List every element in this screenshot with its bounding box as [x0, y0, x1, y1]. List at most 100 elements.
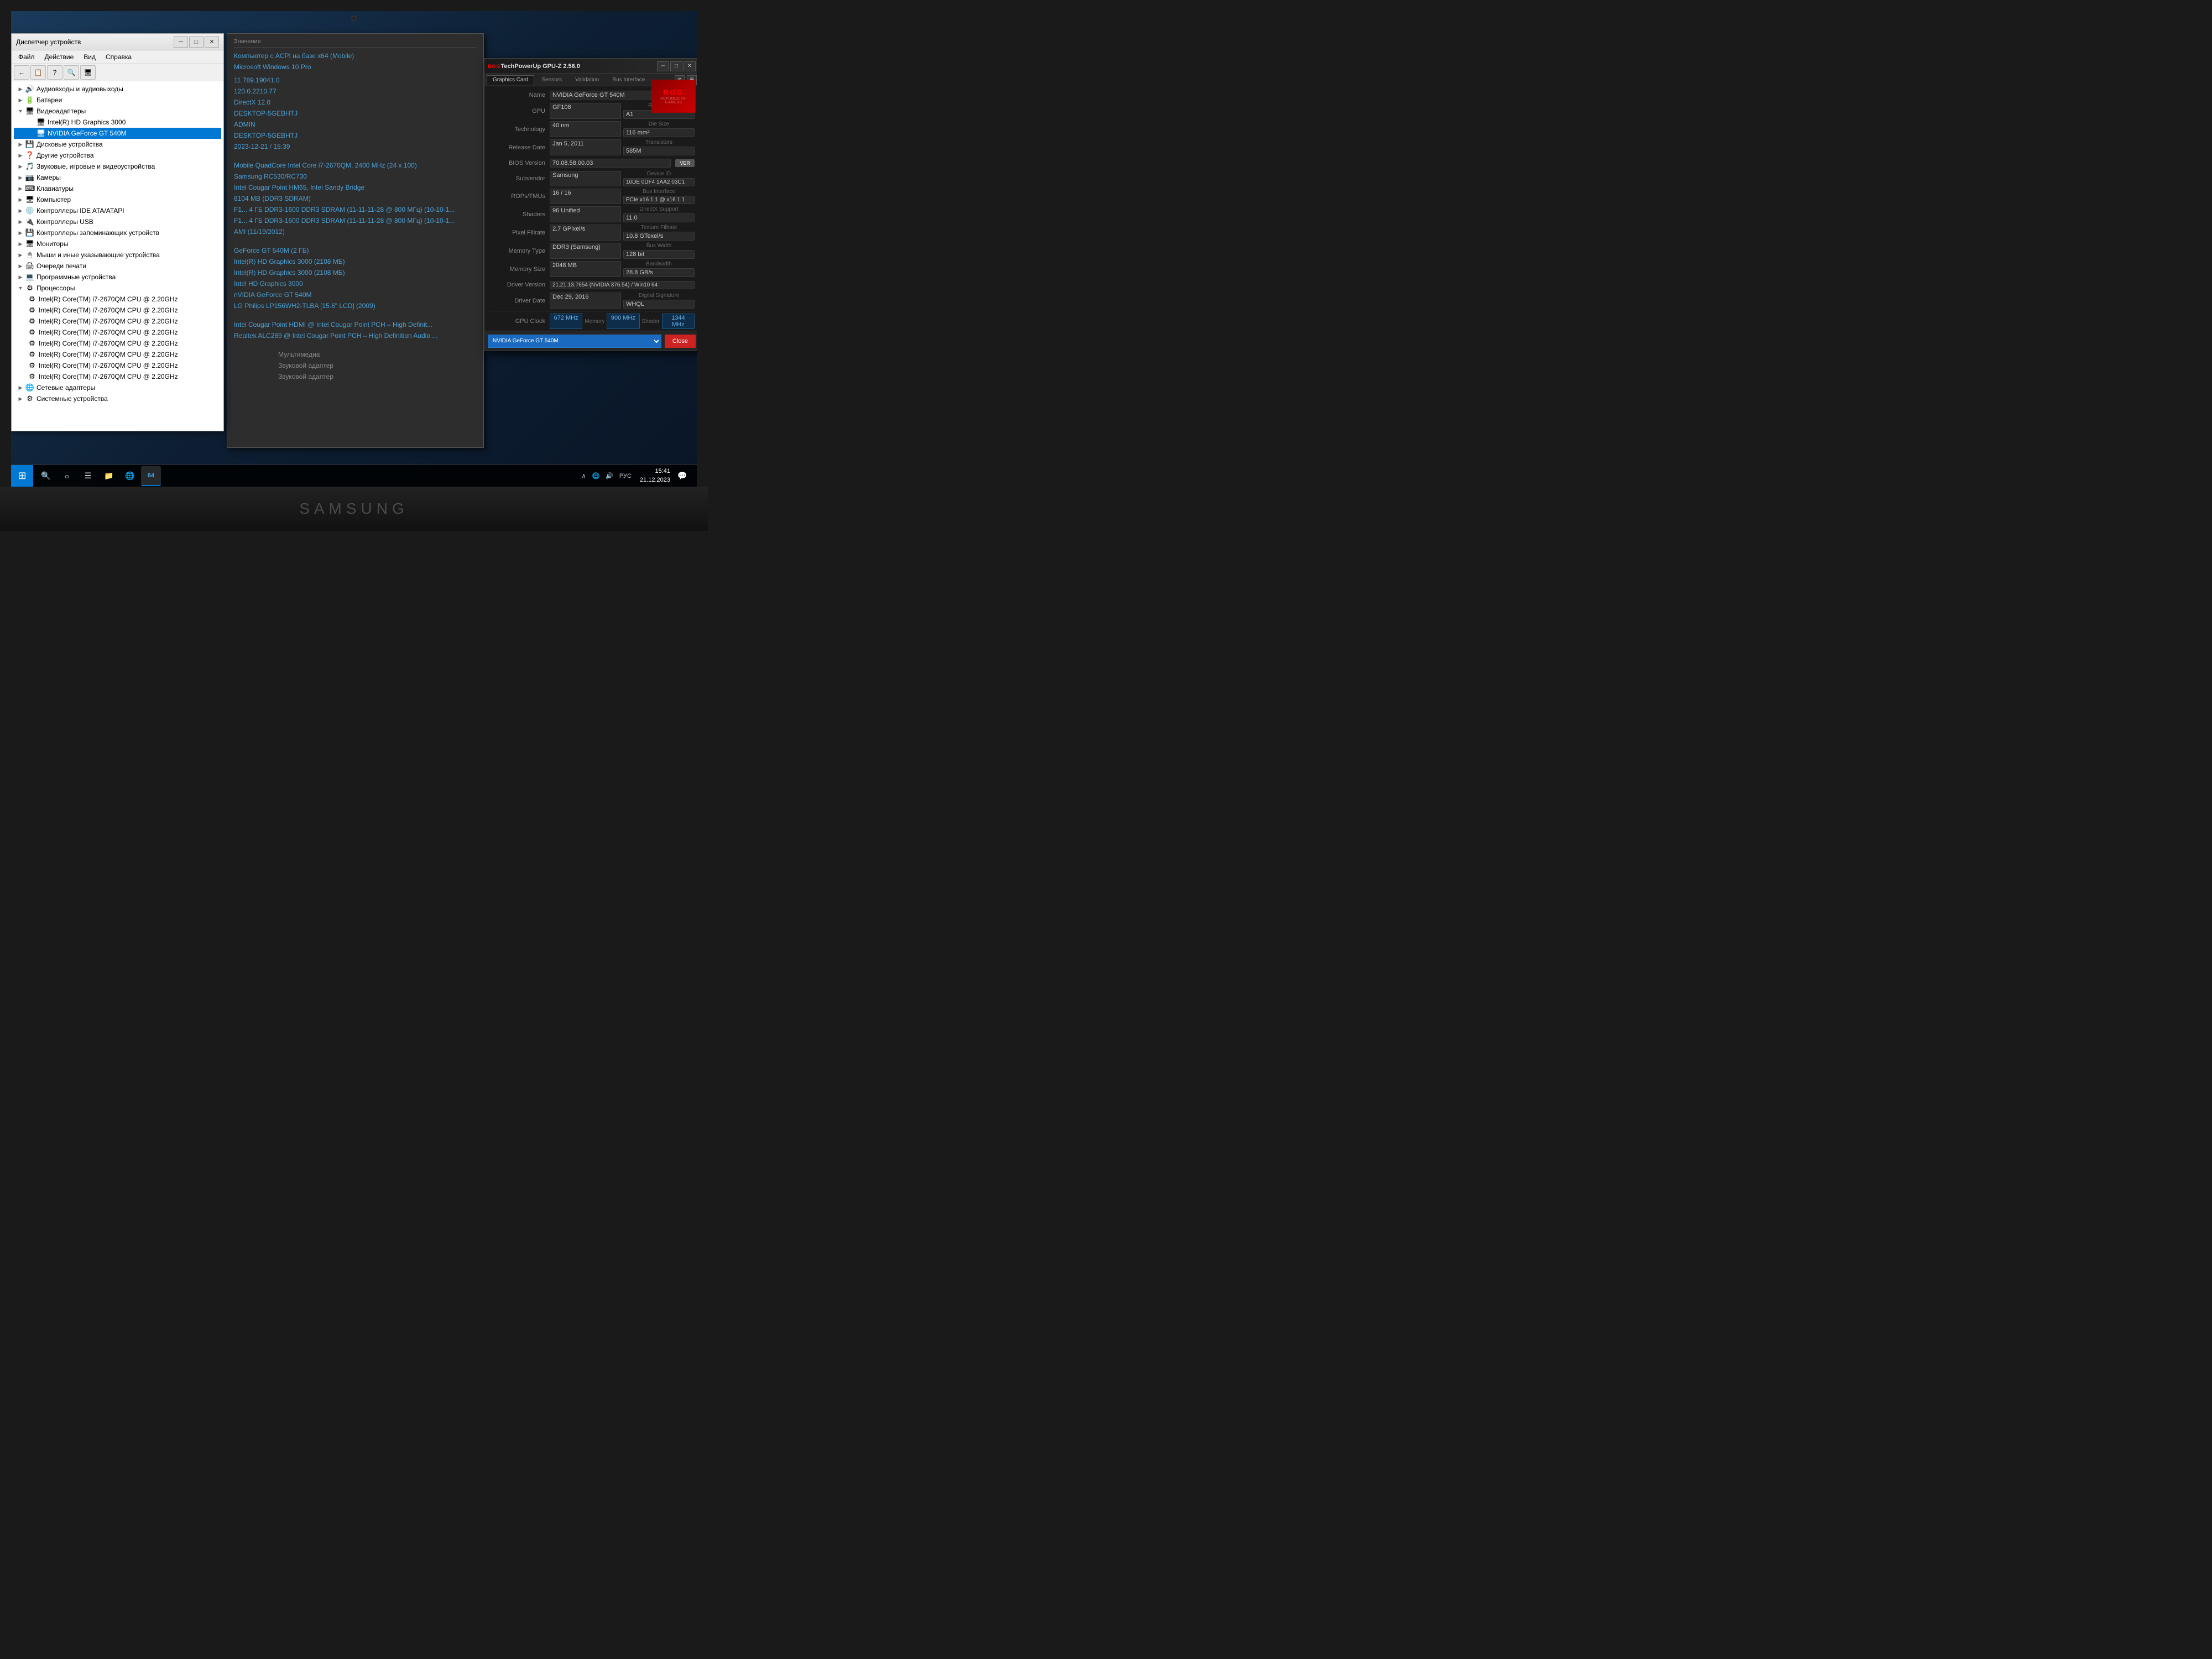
date-display: 21.12.2023	[640, 476, 670, 484]
tree-cpu5[interactable]: ⚙ Intel(R) Core(TM) i7-2670QM CPU @ 2.20…	[14, 338, 221, 349]
taskbar-icons: 🔍 ○ ☰ 📁 🌐 64	[33, 466, 164, 486]
tree-cpu5-label: Intel(R) Core(TM) i7-2670QM CPU @ 2.20GH…	[39, 340, 178, 347]
gpuz-titlebar[interactable]: ROG TechPowerUp GPU-Z 2.56.0 ─ □ ✕	[484, 59, 697, 74]
tab-validation[interactable]: Validation	[569, 75, 605, 85]
sysinfo-ram: 8104 MB (DDR3 SDRAM)	[234, 195, 477, 202]
gpuz-tex-value: 10.8 GTexel/s	[623, 232, 695, 241]
gpuz-rops-row: ROPs/TMUs 16 / 16 Bus Interface PCIe x16…	[489, 189, 695, 204]
tree-ide[interactable]: ▶ 💿 Контроллеры IDE ATA/ATAPI	[14, 205, 221, 216]
menu-help[interactable]: Справка	[101, 52, 136, 62]
tree-cameras[interactable]: ▶ 📷 Камеры	[14, 172, 221, 183]
tree-nvidia-label: NVIDIA GeForce GT 540M	[48, 129, 127, 137]
tree-audio[interactable]: ▶ 🔊 Аудиовходы и аудиовыходы	[14, 84, 221, 95]
expand-icon: ▼	[16, 285, 25, 291]
gpuz-maximize[interactable]: □	[670, 61, 682, 71]
tree-monitors[interactable]: ▶ 🖥 Мониторы	[14, 238, 221, 249]
tree-cpu3[interactable]: ⚙ Intel(R) Core(TM) i7-2670QM CPU @ 2.20…	[14, 316, 221, 327]
gpuz-rops-cols: 16 / 16 Bus Interface PCIe x16 1.1 @ x16…	[550, 189, 695, 204]
app-64-icon[interactable]: 64	[141, 466, 161, 486]
minimize-button[interactable]: ─	[174, 36, 188, 48]
window-titlebar[interactable]: Диспетчер устройств ─ □ ✕	[12, 34, 223, 50]
tree-cpu2[interactable]: ⚙ Intel(R) Core(TM) i7-2670QM CPU @ 2.20…	[14, 305, 221, 316]
toolbar-monitor[interactable]: 🖥	[80, 65, 96, 80]
tree-battery-label: Батареи	[36, 96, 62, 104]
monitor-icon: 🖥	[25, 239, 35, 248]
maximize-button[interactable]: □	[189, 36, 204, 48]
tree-cpu8[interactable]: ⚙ Intel(R) Core(TM) i7-2670QM CPU @ 2.20…	[14, 371, 221, 382]
toolbar-help[interactable]: ?	[47, 65, 62, 80]
tree-processors[interactable]: ▼ ⚙ Процессоры	[14, 283, 221, 294]
cpu-icon: ⚙	[27, 339, 37, 348]
cortana-icon[interactable]: ○	[57, 466, 77, 486]
tree-software[interactable]: ▶ 💻 Программные устройства	[14, 272, 221, 283]
gpuz-content: Name NVIDIA GeForce GT 540M Lookup GPU G…	[484, 86, 697, 351]
menu-file[interactable]: Файл	[14, 52, 39, 62]
gpuz-driverdate-half: Dec 29, 2016	[550, 293, 621, 309]
tree-system[interactable]: ▶ ⚙ Системные устройства	[14, 393, 221, 404]
explorer-icon[interactable]: 📁	[99, 466, 119, 486]
sysinfo-section-os: Компьютер с ACPI на базе x64 (Mobile) Mi…	[234, 52, 477, 71]
tab-sensors[interactable]: Sensors	[535, 75, 568, 85]
tab-graphics-card[interactable]: Graphics Card	[487, 75, 534, 85]
toolbar-scan[interactable]: 🔍	[64, 65, 79, 80]
search-icon[interactable]: 🔍	[36, 466, 56, 486]
taskbar-clock[interactable]: 15:41 21.12.2023	[640, 467, 670, 484]
tree-keyboard[interactable]: ▶ ⌨ Клавиатуры	[14, 183, 221, 194]
expand-icon: ▶	[16, 97, 25, 103]
tree-cpu1[interactable]: ⚙ Intel(R) Core(TM) i7-2670QM CPU @ 2.20…	[14, 294, 221, 305]
shader-label: Shader	[642, 319, 660, 325]
gpu-selector[interactable]: NVIDIA GeForce GT 540M	[488, 335, 661, 348]
tree-computer[interactable]: ▶ 🖥 Компьютер	[14, 194, 221, 205]
lang-indicator[interactable]: РУС	[618, 473, 633, 479]
gpuz-memtype-value: DDR3 (Samsung)	[550, 243, 621, 259]
gpuz-tech-half: 40 nm	[550, 121, 621, 137]
gpuz-shaders-value: 96 Unified	[550, 206, 621, 222]
tex-label: Texture Fillrate	[623, 225, 695, 231]
menu-view[interactable]: Вид	[79, 52, 100, 62]
chevron-icon[interactable]: ∧	[580, 472, 587, 479]
tree-cpu7[interactable]: ⚙ Intel(R) Core(TM) i7-2670QM CPU @ 2.20…	[14, 360, 221, 371]
browser-icon[interactable]: 🌐	[120, 466, 140, 486]
tree-sound[interactable]: ▶ 🎵 Звуковые, игровые и видеоустройства	[14, 161, 221, 172]
tree-video-adapters[interactable]: ▼ 🖥 Видеоадаптеры	[14, 106, 221, 117]
gpuz-memsize-cols: 2048 MB Bandwidth 28.8 GB/s	[550, 261, 695, 277]
tab-bus[interactable]: Bus Interface	[606, 75, 651, 85]
tree-disk[interactable]: ▶ 💾 Дисковые устройства	[14, 139, 221, 150]
gpuz-close[interactable]: ✕	[684, 61, 696, 71]
taskview-icon[interactable]: ☰	[78, 466, 98, 486]
sysinfo-os: Microsoft Windows 10 Pro	[234, 63, 477, 71]
rog-sub: REPUBLIC OFGAMERS	[660, 97, 686, 105]
buswidth-label: Bus Width	[623, 243, 695, 249]
tree-cpu6[interactable]: ⚙ Intel(R) Core(TM) i7-2670QM CPU @ 2.20…	[14, 349, 221, 360]
bandwidth-label: Bandwidth	[623, 261, 695, 267]
network-icon[interactable]: 🌐	[591, 472, 602, 479]
gpuz-minimize[interactable]: ─	[657, 61, 669, 71]
tree-other[interactable]: ▶ ❓ Другие устройства	[14, 150, 221, 161]
tree-mice[interactable]: ▶ 🖱 Мыши и иные указывающие устройства	[14, 249, 221, 260]
bios-save-btn[interactable]: VER	[675, 159, 695, 167]
sysinfo-section-versions: 11.789.19041.0 120.0.2210.77 DirectX 12.…	[234, 76, 477, 150]
tree-network[interactable]: ▶ 🌐 Сетевые адаптеры	[14, 382, 221, 393]
tree-usb[interactable]: ▶ 🔌 Контроллеры USB	[14, 216, 221, 227]
close-button[interactable]: Close	[665, 335, 696, 348]
toolbar-props[interactable]: 📋	[30, 65, 46, 80]
tree-cpu4[interactable]: ⚙ Intel(R) Core(TM) i7-2670QM CPU @ 2.20…	[14, 327, 221, 338]
menu-action[interactable]: Действие	[40, 52, 79, 62]
tree-nvidia[interactable]: 🖥 NVIDIA GeForce GT 540M	[14, 128, 221, 139]
sysinfo-desktop: DESKTOP-5GEBHTJ	[234, 109, 477, 117]
close-button[interactable]: ✕	[205, 36, 219, 48]
volume-icon[interactable]: 🔊	[604, 472, 615, 479]
notification-button[interactable]: 💬	[672, 466, 692, 486]
tree-storage[interactable]: ▶ 💾 Контроллеры запоминающих устройств	[14, 227, 221, 238]
cpu-icon: ⚙	[27, 328, 37, 337]
start-button[interactable]: ⊞	[11, 465, 33, 487]
tree-cpu8-label: Intel(R) Core(TM) i7-2670QM CPU @ 2.20GH…	[39, 373, 178, 380]
tree-battery[interactable]: ▶ 🔋 Батареи	[14, 95, 221, 106]
toolbar-back[interactable]: ←	[14, 65, 29, 80]
tree-print[interactable]: ▶ 🖨 Очереди печати	[14, 260, 221, 272]
sysinfo-gpu4: Intel HD Graphics 3000	[234, 280, 477, 288]
gpuz-bios-row: BIOS Version 70.08.58.00.03 VER	[489, 158, 695, 169]
gpuz-memsize-label: Memory Size	[489, 266, 550, 273]
sysinfo-computer: Компьютер с ACPI на базе x64 (Mobile)	[234, 52, 477, 60]
tree-intel-hd[interactable]: 🖥 Intel(R) HD Graphics 3000	[14, 117, 221, 128]
